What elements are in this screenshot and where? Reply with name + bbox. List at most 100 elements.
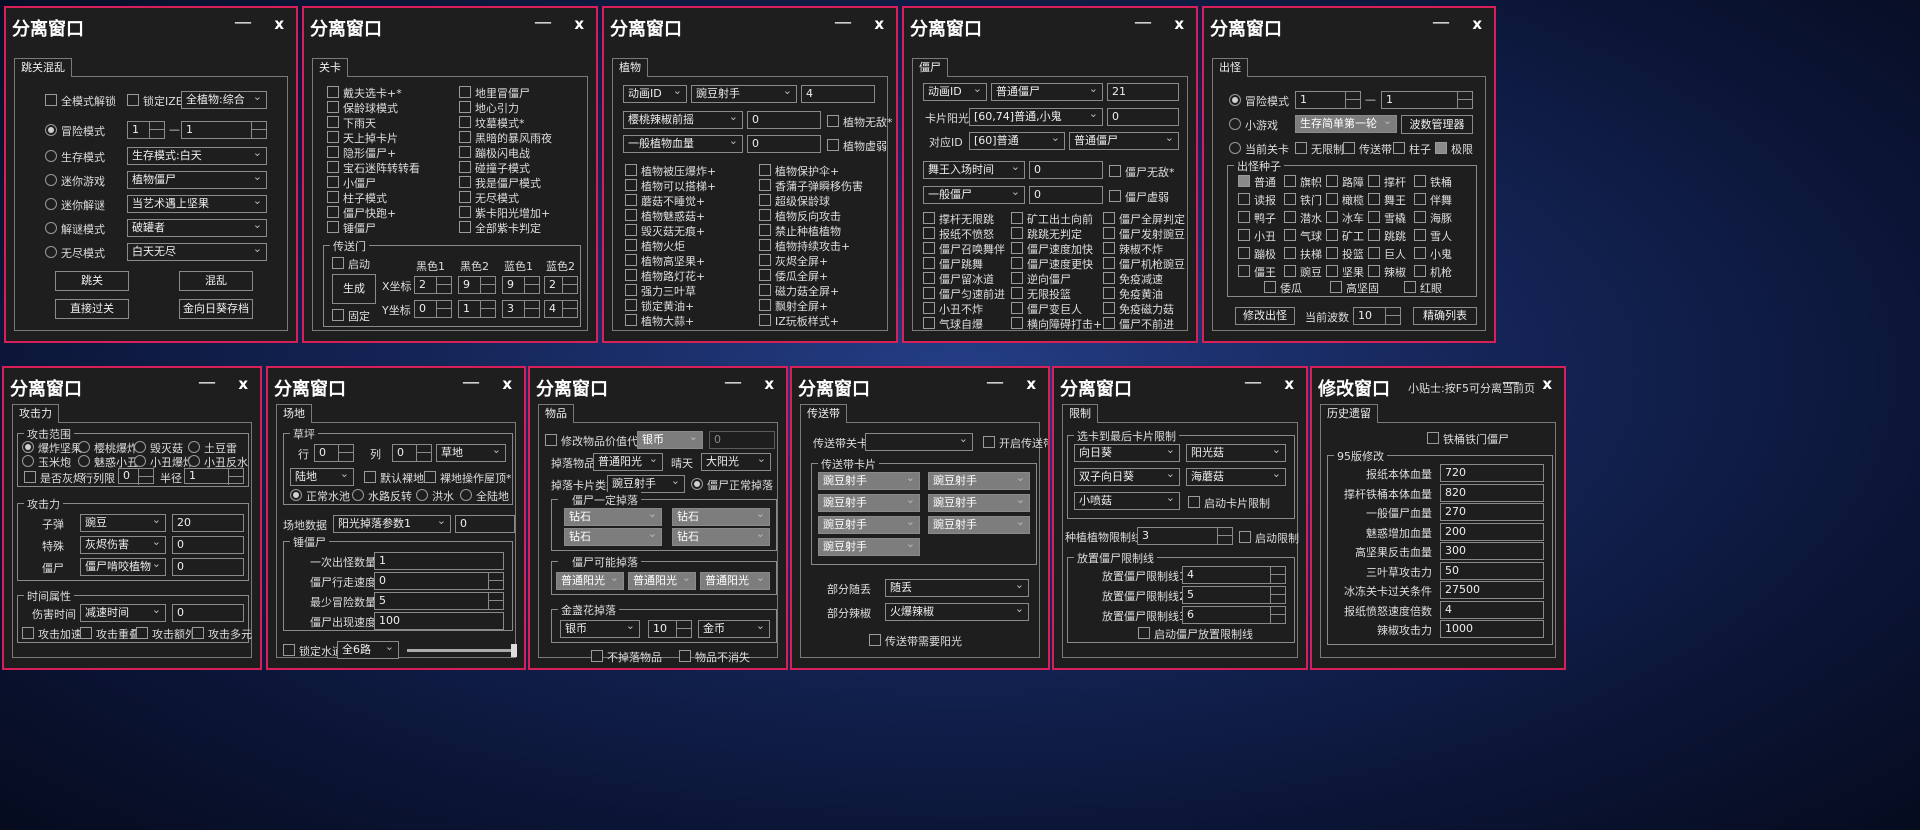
plant-hp-combo[interactable]: 一般植物血量 [623,135,743,153]
spawn-seed-checkbox[interactable]: 僵王 [1238,264,1276,280]
zombie-option-checkbox[interactable]: 辣椒不炸 [1103,241,1163,257]
close-button[interactable]: x [764,375,774,393]
plant-option-checkbox[interactable]: 禁止种植植物 [759,223,841,239]
level-option-checkbox[interactable]: 全部紫卡判定 [459,220,541,236]
title-bar[interactable]: 分离窗口 — x [604,8,896,42]
level-option-checkbox[interactable]: 黑暗的暴风雨夜 [459,130,552,146]
row-limit-spinner[interactable]: 0 [118,468,154,485]
attack-overlap-checkbox[interactable]: 攻击重叠 [80,626,140,642]
damage-time-combo[interactable]: 减速时间 [80,604,166,622]
lawn-col-spinner[interactable]: 0 [392,444,432,462]
pool-normal-radio[interactable]: 正常水池 [290,488,350,504]
zombie-option-checkbox[interactable]: 僵尸跳舞 [923,256,983,272]
attack-speed-checkbox[interactable]: 攻击加速 [22,626,82,642]
plant-option-checkbox[interactable]: 植物被压爆炸+ [625,163,716,179]
plant-weak-checkbox[interactable]: 植物虚弱 [827,138,887,154]
spawn-seed-checkbox[interactable]: 小鬼 [1414,246,1452,262]
no-drop-checkbox[interactable]: 不掉落物品 [591,649,662,665]
level-option-checkbox[interactable]: 地心引力 [459,100,519,116]
zombie-option-checkbox[interactable]: 免疫黄油 [1103,286,1163,302]
spawn-seed-checkbox[interactable]: 坚果 [1326,264,1364,280]
close-button[interactable]: x [1284,375,1294,393]
plant-option-checkbox[interactable]: 植物反向攻击 [759,208,841,224]
spawn-seed-checkbox[interactable]: 橄榄 [1326,192,1364,208]
level-option-checkbox[interactable]: 僵尸快跑+ [327,205,396,221]
spawn-adventure-a-spinner[interactable]: 1 [1295,91,1361,109]
modify-row-input[interactable]: 270 [1440,503,1544,521]
zombie-limit-spinner[interactable]: 4 [1182,566,1286,584]
survival-mode-radio[interactable]: 生存模式 [45,149,105,165]
lock-waterway-combo[interactable]: 全6路 [337,641,399,659]
field-data-input[interactable]: 0 [455,515,515,533]
portal-x-spinner[interactable]: 2 [414,276,452,294]
spawn-seed-checkbox[interactable]: 巨人 [1368,246,1406,262]
conveyor-card-combo[interactable]: 豌豆射手 [928,516,1030,534]
zombie-option-checkbox[interactable]: 僵尸留冰道 [923,271,994,287]
tab-plants[interactable]: 植物 [612,58,648,77]
minimize-button[interactable]: — [1134,12,1152,33]
zombie-option-checkbox[interactable]: 僵尸召唤舞伴 [923,241,1005,257]
plant-option-checkbox[interactable]: 植物路灯花+ [625,268,705,284]
card-limit-combo[interactable]: 海蘑菇 [1186,468,1286,486]
spawn-seed-checkbox[interactable]: 扶梯 [1284,246,1322,262]
waterway-slider[interactable] [407,644,517,657]
zombie-option-checkbox[interactable]: 免疫磁力菇 [1103,301,1174,317]
tab-zombies[interactable]: 僵尸 [912,58,948,77]
spawn-seed-checkbox[interactable]: 红眼 [1404,280,1442,296]
spawn-seed-checkbox[interactable]: 鸭子 [1238,210,1276,226]
tab-conveyor[interactable]: 传送带 [800,404,847,423]
possible-drop-combo[interactable]: 普通阳光 [556,572,624,590]
spawn-seed-checkbox[interactable]: 读报 [1238,192,1276,208]
portal-generate-button[interactable]: 生成 [332,274,376,304]
title-bar[interactable]: 分离窗口 — x [530,368,786,402]
lock-waterway-checkbox[interactable]: 锁定水道 [283,643,343,659]
spawn-adventure-radio[interactable]: 冒险模式 [1229,93,1289,109]
zombie-option-checkbox[interactable]: 僵尸匀速前进 [923,286,1005,302]
direct-pass-button[interactable]: 直接过关 [55,299,129,319]
spawn-current-level-radio[interactable]: 当前关卡 [1229,141,1289,157]
conveyor-level-combo[interactable] [865,433,973,451]
zombie-option-checkbox[interactable]: 横向障碍打击+ [1011,316,1102,332]
minimize-button[interactable]: — [1502,372,1520,393]
puzzle-mode-combo[interactable]: 破罐者 [127,219,267,237]
plant-option-checkbox[interactable]: 植物魅惑菇+ [625,208,705,224]
plant-value-input[interactable]: 4 [801,85,875,103]
zombie-option-checkbox[interactable]: 跳跳无判定 [1011,226,1082,242]
all-land-radio[interactable]: 全陆地 [460,488,509,504]
item-no-vanish-checkbox[interactable]: 物品不消失 [679,649,750,665]
tab-legacy[interactable]: 历史遗留 [1320,404,1378,423]
plant-option-checkbox[interactable]: 倭瓜全屏+ [759,268,828,284]
attack-extra-checkbox[interactable]: 攻击额外 [136,626,196,642]
minimize-button[interactable]: — [1432,12,1450,33]
spawn-seed-checkbox[interactable]: 矿工 [1326,228,1364,244]
modify-row-input[interactable]: 1000 [1440,620,1544,638]
open-conveyor-checkbox[interactable]: 开启传送带 [983,435,1048,451]
spawn-seed-checkbox[interactable]: 豌豆 [1284,264,1322,280]
title-bar[interactable]: 分离窗口 — x [1054,368,1306,402]
portal-x-spinner[interactable]: 2 [544,276,578,294]
plant-option-checkbox[interactable]: 超级保龄球 [759,193,830,209]
hammer-input[interactable]: 1 [374,552,504,570]
title-bar[interactable]: 分离窗口 — x [268,368,524,402]
enable-card-limit-checkbox[interactable]: 启动卡片限制 [1188,495,1270,511]
conveyor-need-sun-checkbox[interactable]: 传送带需要阳光 [869,633,962,649]
portal-y-spinner[interactable]: 3 [502,300,540,318]
zombie-option-checkbox[interactable]: 报纸不愤怒 [923,226,994,242]
level-option-checkbox[interactable]: 无尽模式 [459,190,519,206]
minimize-button[interactable]: — [534,12,552,33]
adventure-level-b-spinner[interactable]: 1 [181,121,267,139]
plant-option-checkbox[interactable]: 植物可以搭梯+ [625,178,716,194]
current-wave-spinner[interactable]: 10 [1353,307,1401,325]
zombie-limit-spinner[interactable]: 5 [1182,586,1286,604]
spawn-seed-checkbox[interactable]: 海豚 [1414,210,1452,226]
zombie-normal-drop-radio[interactable]: 僵尸正常掉落 [691,477,773,493]
level-option-checkbox[interactable]: 隐形僵尸+ [327,145,396,161]
zombie-weak-checkbox[interactable]: 僵尸虚弱 [1109,189,1169,205]
close-button[interactable]: x [574,15,584,33]
card-sun-combo[interactable]: [60,74]普通,小鬼 [969,108,1103,126]
spawn-seed-checkbox[interactable]: 普通 [1238,174,1276,190]
pillar-checkbox[interactable]: 柱子 [1393,141,1431,157]
all-mode-unlock-checkbox[interactable]: 全模式解锁 [45,93,116,109]
level-option-checkbox[interactable]: 小僵尸 [327,175,376,191]
spawn-mini-game-combo[interactable]: 生存简单第一轮 [1295,115,1397,133]
